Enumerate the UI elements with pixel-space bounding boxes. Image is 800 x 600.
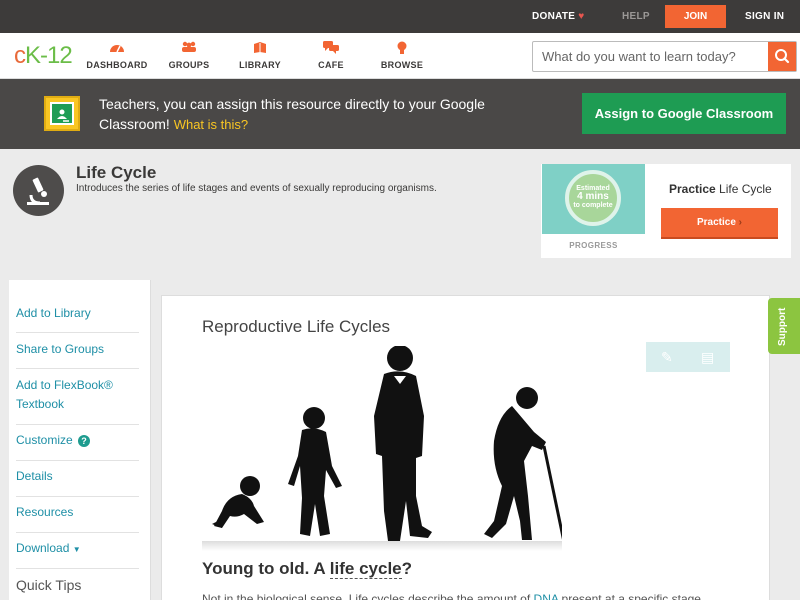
sidebar-item-add-to-flexbook[interactable]: Add to FlexBook® Textbook (16, 376, 139, 425)
practice-title-rest: Life Cycle (719, 182, 772, 196)
lesson-tools: ✎ ▤ (646, 342, 730, 372)
sidebar-item-details[interactable]: Details (16, 467, 139, 497)
baby-silhouette (212, 476, 264, 528)
nav-browse[interactable]: BROWSE (367, 41, 437, 70)
chat-icon (296, 41, 366, 57)
logo-c: c (14, 42, 26, 69)
practice-card: Estimated 4 mins to complete PROGRESS Pr… (541, 164, 791, 258)
assign-google-classroom-button[interactable]: Assign to Google Classroom (582, 93, 786, 134)
heading-suffix: ? (401, 559, 413, 578)
sidebar-item-add-to-library[interactable]: Add to Library (16, 304, 139, 333)
practice-title: Practice Life Cycle (669, 182, 772, 196)
body-prefix: Not in the biological sense. Life cycles… (202, 592, 534, 600)
life-cycle-term[interactable]: life cycle (329, 559, 402, 579)
sidebar-item-download[interactable]: Download ▼ (16, 539, 139, 569)
adult-silhouette (374, 346, 432, 541)
resource-sidebar: Add to Library Share to Groups Add to Fl… (9, 280, 151, 600)
sidebar-item-resources[interactable]: Resources (16, 503, 139, 533)
page-title: Life Cycle (76, 163, 157, 182)
progress-ring: Estimated 4 mins to complete (565, 170, 621, 226)
book-icon (225, 41, 295, 57)
practice-button[interactable]: Practice › (661, 208, 778, 239)
to-complete-label: to complete (573, 202, 613, 209)
progress-label: PROGRESS (569, 241, 618, 250)
download-label: Download (16, 541, 70, 555)
nav-dashboard-label: DASHBOARD (86, 60, 148, 70)
search-icon (775, 49, 790, 64)
logo-12: -12 (40, 42, 73, 69)
nav-groups-label: GROUPS (168, 60, 210, 70)
elderly-silhouette (484, 387, 562, 540)
main-navbar: cK-12 DASHBOARD GROUPS LIBRARY CAFE BROW… (0, 33, 800, 79)
life-stages-illustration (202, 346, 562, 551)
section-title: Reproductive Life Cycles (202, 317, 391, 336)
lesson-card: Reproductive Life Cycles ✎ ▤ Young to ol… (161, 295, 770, 600)
main-content: Reproductive Life Cycles ✎ ▤ Young to ol… (151, 280, 791, 600)
nav-browse-label: BROWSE (380, 60, 424, 70)
estimate-text: Estimated 4 mins to complete (569, 185, 617, 210)
practice-title-bold: Practice (669, 182, 716, 196)
top-utility-bar: DONATE ♥ HELP JOIN SIGN IN (0, 0, 800, 33)
help-link[interactable]: HELP (622, 11, 650, 22)
nav-library[interactable]: LIBRARY (225, 41, 295, 70)
banner-text: Teachers, you can assign this resource d… (99, 96, 485, 132)
sidebar-item-customize[interactable]: Customize ? (16, 431, 139, 461)
support-label: Support (777, 307, 788, 346)
notes-icon[interactable]: ▤ (701, 349, 714, 366)
lightbulb-icon (367, 41, 437, 57)
nav-groups[interactable]: GROUPS (154, 41, 224, 70)
donate-label: DONATE (532, 11, 576, 22)
progress-illustration: Estimated 4 mins to complete (542, 164, 645, 234)
help-icon[interactable]: ? (78, 435, 91, 447)
child-silhouette (288, 407, 342, 536)
join-button[interactable]: JOIN (665, 5, 726, 28)
dna-link[interactable]: DNA (534, 592, 559, 600)
search-box (532, 41, 797, 72)
logo-k: K (25, 42, 41, 69)
banner-message: Teachers, you can assign this resource d… (99, 94, 519, 135)
search-input[interactable] (533, 42, 768, 71)
content-heading: Young to old. A life cycle? (202, 559, 412, 579)
heart-icon: ♥ (578, 11, 585, 22)
estimated-mins: 4 mins (577, 191, 609, 202)
pencil-icon[interactable]: ✎ (661, 349, 673, 366)
page-description: Introduces the series of life stages and… (76, 183, 437, 194)
heading-prefix: Young to old. A (202, 559, 330, 578)
nav-cafe-label: CAFE (318, 60, 344, 70)
practice-button-label: Practice (696, 217, 736, 228)
google-classroom-banner: Teachers, you can assign this resource d… (0, 79, 800, 149)
quick-tips-heading: Quick Tips (16, 577, 82, 593)
search-button[interactable] (768, 42, 796, 71)
people-icon (154, 41, 224, 57)
gauge-icon (82, 41, 152, 57)
sign-in-link[interactable]: SIGN IN (745, 11, 784, 22)
caret-down-icon: ▼ (72, 545, 81, 554)
microscope-icon (13, 165, 64, 216)
google-classroom-icon (44, 96, 80, 131)
sidebar-item-share-to-groups[interactable]: Share to Groups (16, 340, 139, 369)
nav-library-label: LIBRARY (239, 60, 281, 70)
what-is-this-link[interactable]: What is this? (174, 117, 248, 132)
nav-cafe[interactable]: CAFE (296, 41, 366, 70)
ck12-logo[interactable]: cK-12 (14, 42, 73, 70)
content-body: Not in the biological sense. Life cycles… (202, 592, 742, 600)
nav-dashboard[interactable]: DASHBOARD (82, 41, 152, 70)
support-tab[interactable]: Support (768, 298, 800, 354)
donate-link[interactable]: DONATE ♥ (532, 11, 585, 22)
chevron-right-icon: › (738, 217, 743, 228)
customize-label: Customize (16, 433, 73, 447)
body-suffix: present at a specific stage. (558, 592, 705, 600)
